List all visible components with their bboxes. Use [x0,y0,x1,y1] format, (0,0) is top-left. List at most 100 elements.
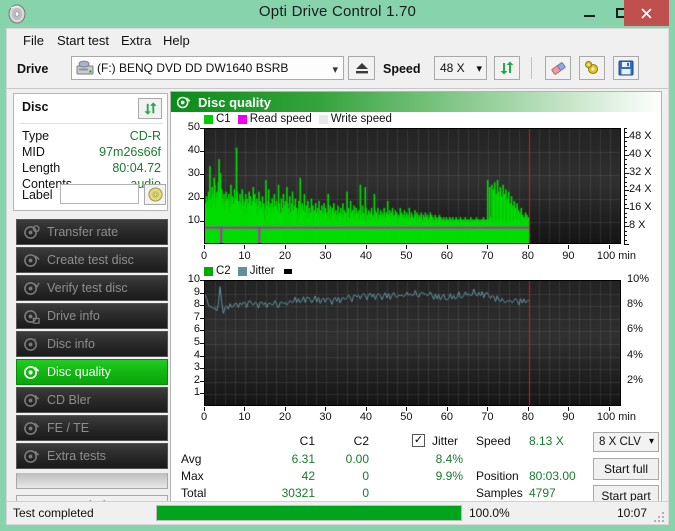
stats-header-c1: C1 [299,434,315,448]
c1-y2-tick-mark [624,128,627,129]
speed-label: Speed [383,62,421,76]
sidebar-label: FE / TE [47,421,90,435]
refresh-button[interactable] [494,56,520,80]
jitter-checkbox[interactable]: ✓ [412,434,425,447]
c1-xtick-50: 50 [400,250,413,262]
c1-y2tick-8: 8 X [629,219,646,232]
drive-value: (F:) BENQ DVD DD DW1640 BSRB [97,61,289,75]
stats-panel: C1 C2 ✓ Jitter Avg 6.31 0.00 8.4% Max 42… [171,432,661,512]
panel-title: Disc quality [198,94,271,110]
eject-icon [355,63,368,74]
disc-label-row: Label [22,184,166,206]
status-message: Test completed [13,506,94,520]
c1-y2-tick-mark [624,221,627,223]
disc-info-icon: i [24,336,37,351]
close-button[interactable] [624,0,669,26]
clv-value: 8 X CLV [599,436,641,448]
close-icon [641,7,652,19]
c1-xtick-mark [204,245,205,249]
progress-fill [157,506,461,520]
chevron-down-icon: ▾ [648,436,654,447]
sidebar-item-disc-info[interactable]: i Disc info [16,331,168,357]
c1-y2-tick-mark [624,181,627,183]
disc-quality-icon [176,96,191,108]
drive-select[interactable]: (F:) BENQ DVD DD DW1640 BSRB ▾ [71,56,344,80]
legend-swatch-c1 [204,114,213,124]
stats-total-c1: 30321 [281,486,315,500]
read-label-button[interactable] [144,184,166,205]
toolbar-separator [531,57,532,79]
speed-select[interactable]: 48 X ▾ [434,56,487,80]
stats-row-avg-label: Avg [181,452,202,466]
eject-button[interactable] [348,56,375,80]
refresh-icon [500,61,514,75]
sidebar-item-drive-info[interactable]: Drive info [16,303,168,329]
stats-total-c2: 0 [362,486,369,500]
jitter-xtick-30: 30 [319,411,332,423]
c1-y2-tick-mark [624,168,627,170]
sidebar-item-create-test-disc[interactable]: Create test disc [16,247,168,273]
jitter-legend: C2 Jitter [204,265,295,277]
sidebar-label: Disc quality [47,365,111,379]
sidebar-item-extra-tests[interactable]: Extra tests [16,443,168,469]
speed-stat-value: 8.13 X [529,434,564,448]
jitter-ytick-1: 1 [193,386,200,399]
speed-value: 48 X [440,61,465,75]
disc-refresh-button[interactable] [138,98,162,119]
resize-grip[interactable] [654,512,665,522]
speed-stat-label: Speed [476,434,511,448]
jitter-ytick-mark [200,368,204,370]
jitter-y2tick-4: 4% [627,348,643,361]
menu-help[interactable]: Help [159,32,194,49]
sidebar-label: Disc info [47,337,95,351]
stats-avg-c1: 6.31 [291,452,315,466]
sidebar-item-disc-quality[interactable]: Disc quality [16,359,168,385]
sidebar-item-cd-bler[interactable]: CD Bler [16,387,168,413]
c1-ytick-mark [200,174,204,176]
jitter-ytick-mark [200,355,204,357]
c1-y2-tick-mark [624,177,627,179]
legend-label-c1: C1 [216,113,231,125]
menu-extra[interactable]: Extra [117,32,155,49]
disc-write-icon [24,253,40,267]
stats-max-c2: 0 [362,469,369,483]
c1-y2-tick-mark [624,230,627,232]
erase-button[interactable] [545,56,571,80]
c1-plot-area[interactable] [204,128,621,244]
menu-file[interactable]: File [19,32,48,49]
c1-y2-tick-mark [624,203,627,205]
disc-label-key: Label [22,188,53,202]
stats-max-c1: 42 [301,469,315,483]
c1-ytick-30: 30 [187,167,200,180]
c1-xtick-mark [568,245,570,249]
jitter-ytick-6: 6 [193,323,200,336]
c1-y2-tick-mark [624,239,627,241]
jitter-plot-area[interactable] [204,280,621,406]
write-strategy-select[interactable]: 8 X CLV ▾ [593,432,659,452]
sidebar-item-verify-test-disc[interactable]: Verify test disc [16,275,168,301]
sidebar-item-transfer-rate[interactable]: Transfer rate [16,219,168,245]
disc-label-input[interactable] [60,184,139,204]
drive-label: Drive [17,62,49,76]
elapsed-time: 10:07 [616,506,647,520]
c1-xtick-70: 70 [481,250,494,262]
settings-button[interactable] [579,56,605,80]
drive-icon [76,60,94,75]
save-button[interactable] [613,56,639,80]
c1-xtick-mark [244,245,246,249]
refresh-icon [143,102,157,115]
c1-chart: C1 Read speed Write speed 10 20 30 40 50 8 X… [171,112,661,262]
jitter-xtick-50: 50 [400,411,413,423]
c1-y2-tick-mark [624,145,627,147]
jitter-ytick-mark [200,343,204,344]
c1-ytick-mark [200,197,204,199]
menu-start-test[interactable]: Start test [53,32,113,49]
sidebar-item-fe-te[interactable]: FE / TE [16,415,168,441]
jitter-xtick-90: 90 [562,411,575,423]
c1-xtick-40: 40 [359,250,373,262]
c1-y2-tick-mark [624,235,627,237]
c1-xtick-60: 60 [440,250,454,262]
c1-xtick-90: 90 [562,250,575,262]
c1-legend: C1 Read speed Write speed [204,113,399,125]
start-full-button[interactable]: Start full [593,458,659,480]
